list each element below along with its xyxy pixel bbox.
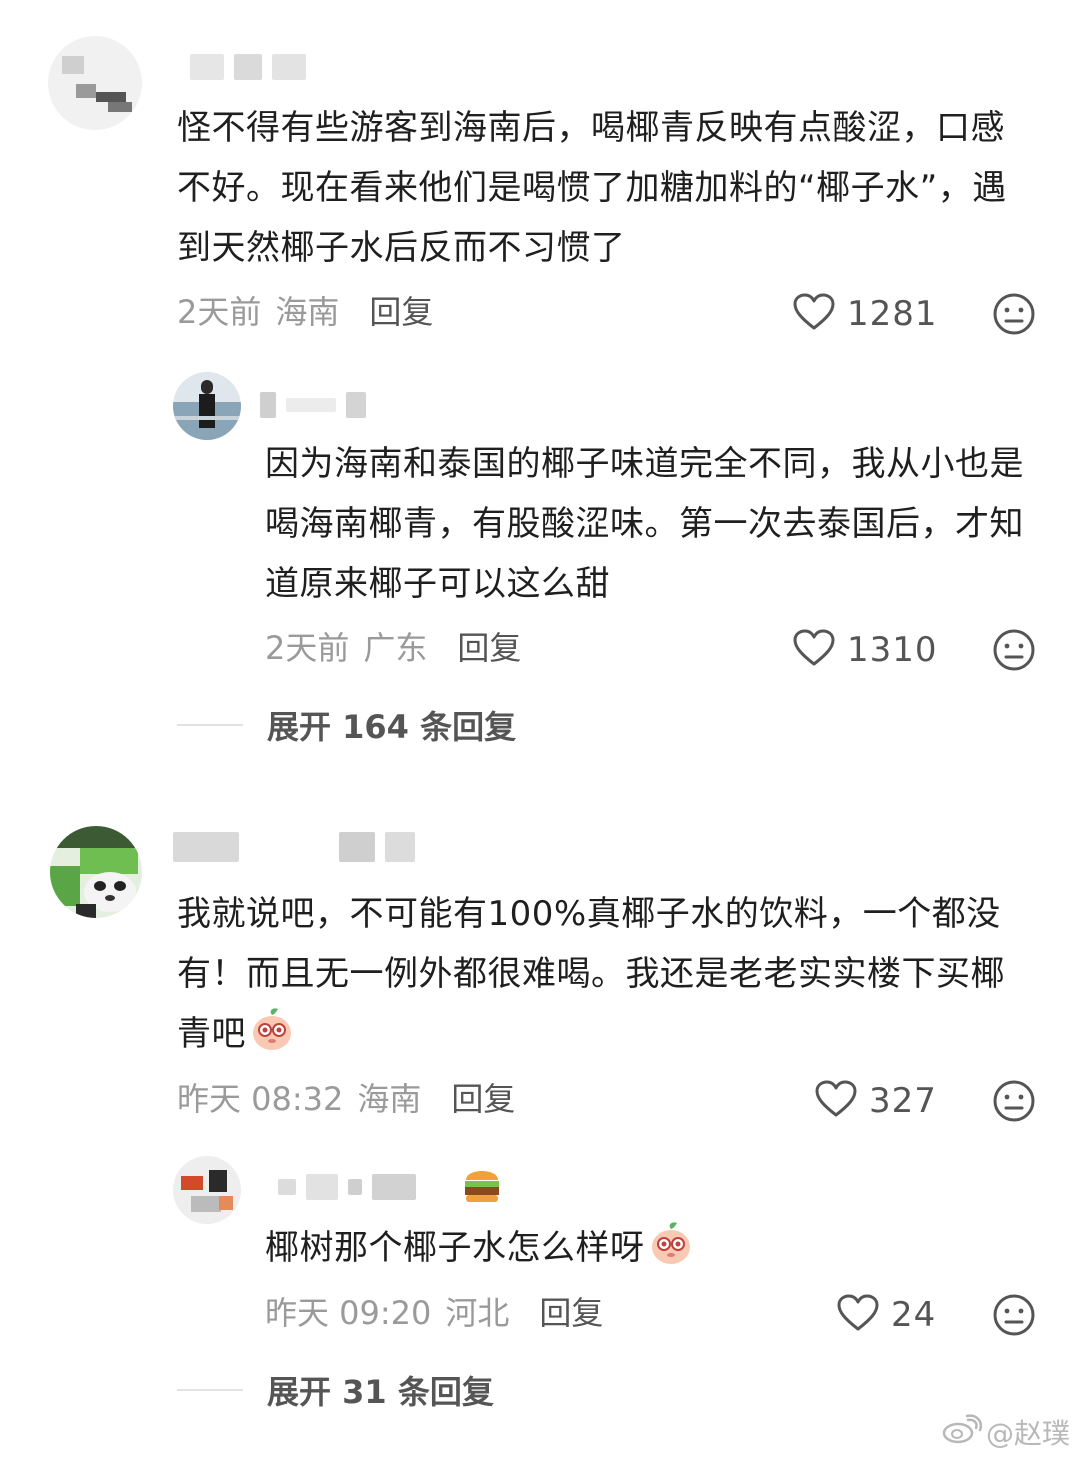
like-button[interactable]: 24 bbox=[837, 1294, 936, 1336]
avatar[interactable] bbox=[50, 826, 142, 918]
like-count: 327 bbox=[869, 1081, 937, 1121]
comment-meta: 2天前 海南 回复 bbox=[177, 292, 433, 332]
watermark-text: @赵璞 bbox=[985, 1417, 1070, 1450]
neutral-face-icon bbox=[993, 293, 1035, 335]
peach-face-emoji bbox=[248, 1005, 296, 1053]
reply-text: 因为海南和泰国的椰子味道完全不同，我从小也是喝海南椰青，有股酸涩味。第一次去泰国… bbox=[265, 444, 1024, 604]
reply-button[interactable]: 回复 bbox=[539, 1293, 603, 1333]
peach-face-emoji bbox=[647, 1219, 695, 1267]
avatar[interactable] bbox=[48, 36, 142, 130]
reply-button[interactable]: 回复 bbox=[457, 628, 521, 668]
dislike-button[interactable] bbox=[993, 293, 1035, 335]
dislike-button[interactable] bbox=[993, 629, 1035, 671]
reply-meta: 昨天 09:20 河北 回复 bbox=[265, 1293, 603, 1333]
heart-outline-icon bbox=[837, 1294, 891, 1336]
comment-text: 我就说吧，不可能有100%真椰子水的饮料，一个都没有！而且无一例外都很难喝。我还… bbox=[177, 884, 1027, 1064]
comment-time: 昨天 08:32 bbox=[177, 1080, 344, 1118]
dislike-button[interactable] bbox=[993, 1294, 1035, 1336]
comment-text-content: 我就说吧，不可能有100%真椰子水的饮料，一个都没有！而且无一例外都很难喝。我还… bbox=[177, 894, 1005, 1054]
like-button[interactable]: 1281 bbox=[793, 293, 938, 335]
neutral-face-icon bbox=[993, 1294, 1035, 1336]
reply-meta: 2天前 广东 回复 bbox=[265, 628, 521, 668]
comment-location: 海南 bbox=[275, 293, 340, 331]
like-count: 24 bbox=[891, 1295, 937, 1335]
like-count: 1281 bbox=[847, 294, 938, 334]
username-redacted[interactable] bbox=[173, 830, 415, 864]
neutral-face-icon bbox=[993, 1080, 1035, 1122]
username-redacted[interactable] bbox=[190, 50, 306, 84]
reply-location: 河北 bbox=[445, 1294, 510, 1332]
reply-button[interactable]: 回复 bbox=[369, 292, 433, 332]
comment-location: 海南 bbox=[357, 1080, 422, 1118]
comment-time: 2天前 bbox=[177, 293, 262, 331]
reply-location: 广东 bbox=[363, 629, 428, 667]
weibo-logo-icon bbox=[942, 1413, 986, 1451]
heart-outline-icon bbox=[793, 629, 847, 671]
comment-meta: 昨天 08:32 海南 回复 bbox=[177, 1079, 515, 1119]
like-button[interactable]: 1310 bbox=[793, 629, 938, 671]
username-redacted[interactable] bbox=[278, 1170, 416, 1204]
like-button[interactable]: 327 bbox=[815, 1080, 937, 1122]
dislike-button[interactable] bbox=[993, 1080, 1035, 1122]
hamburger-emoji bbox=[462, 1162, 502, 1206]
watermark: @赵璞 bbox=[942, 1412, 1070, 1452]
heart-outline-icon bbox=[815, 1080, 869, 1122]
divider bbox=[177, 1389, 243, 1391]
comment-text: 怪不得有些游客到海南后，喝椰青反映有点酸涩，口感不好。现在看来他们是喝惯了加糖加… bbox=[177, 108, 1007, 268]
like-count: 1310 bbox=[847, 630, 938, 670]
reply-time: 2天前 bbox=[265, 629, 350, 667]
reply-text-content: 椰树那个椰子水怎么样呀 bbox=[265, 1228, 645, 1268]
avatar[interactable] bbox=[173, 372, 241, 440]
reply-button[interactable]: 回复 bbox=[451, 1079, 515, 1119]
expand-replies-button[interactable]: 展开 31 条回复 bbox=[177, 1367, 494, 1413]
expand-replies-label: 展开 164 条回复 bbox=[267, 708, 517, 746]
divider bbox=[177, 724, 243, 726]
heart-outline-icon bbox=[793, 293, 847, 335]
username-redacted[interactable] bbox=[260, 388, 366, 422]
reply-text: 椰树那个椰子水怎么样呀 bbox=[265, 1218, 1035, 1278]
expand-replies-label: 展开 31 条回复 bbox=[267, 1373, 494, 1411]
expand-replies-button[interactable]: 展开 164 条回复 bbox=[177, 702, 516, 748]
reply-time: 昨天 09:20 bbox=[265, 1294, 432, 1332]
neutral-face-icon bbox=[993, 629, 1035, 671]
avatar[interactable] bbox=[173, 1156, 241, 1224]
